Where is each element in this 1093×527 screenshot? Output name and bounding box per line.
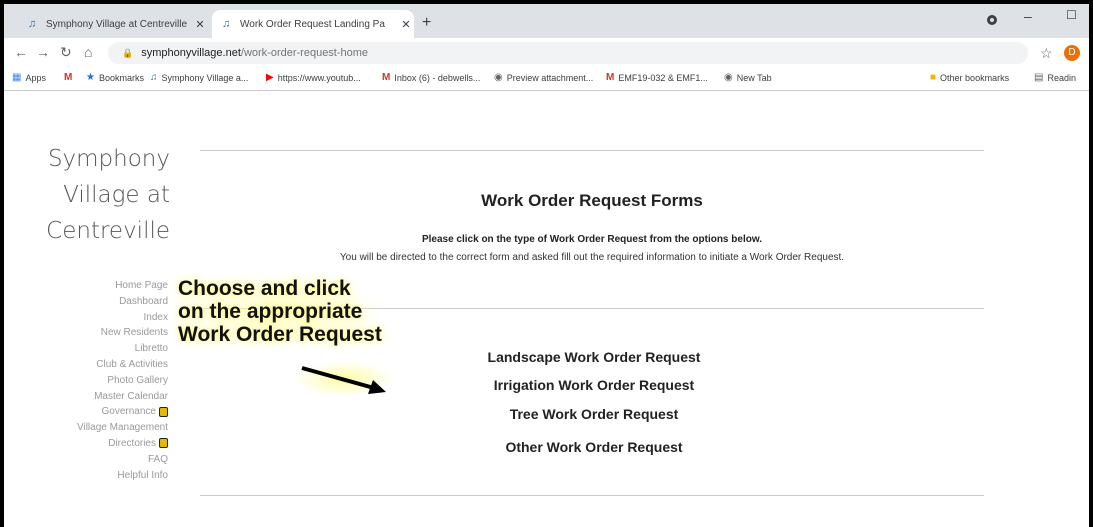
landscape-work-order-link[interactable]: Landscape Work Order Request xyxy=(394,349,794,365)
nav-item-directories[interactable]: Directories xyxy=(77,436,168,452)
new-tab-button[interactable]: + xyxy=(422,14,431,32)
record-icon[interactable] xyxy=(986,13,998,29)
nav-item-faq[interactable]: FAQ xyxy=(77,452,168,468)
nav-item-photo-gallery[interactable]: Photo Gallery xyxy=(77,373,168,389)
divider xyxy=(200,495,984,496)
nav-item-master-calendar[interactable]: Master Calendar xyxy=(77,389,168,405)
nav-item-new-residents[interactable]: New Residents xyxy=(77,325,168,341)
nav-item-dashboard[interactable]: Dashboard xyxy=(77,294,168,310)
apps-grid-icon: ▦ xyxy=(12,72,22,83)
tab-symphony-village[interactable]: ♫ Symphony Village at Centreville ✕ xyxy=(18,10,208,38)
music-note-icon: ♫ xyxy=(222,18,231,30)
reload-icon[interactable]: ↻ xyxy=(60,44,72,61)
bookmark-gmail[interactable]: M xyxy=(64,72,76,83)
logo-line: Centreville xyxy=(46,218,170,244)
address-bar[interactable]: 🔒 symphonyvillage.net/work-order-request… xyxy=(108,42,1028,64)
divider xyxy=(200,150,984,151)
page-title: Work Order Request Forms xyxy=(481,191,703,210)
bookmark-label: EMF19-032 & EMF1... xyxy=(618,72,708,83)
bookmark-label: Readin xyxy=(1047,72,1076,83)
logo-line: Symphony xyxy=(47,146,170,172)
instruction-annotation: Choose and click on the appropriate Work… xyxy=(174,275,386,348)
maximize-button[interactable]: ☐ xyxy=(1066,8,1077,22)
home-icon[interactable]: ⌂ xyxy=(84,44,92,60)
profile-avatar[interactable]: D xyxy=(1064,45,1080,61)
tab-title: Work Order Request Landing Pa xyxy=(240,18,385,30)
nav-item-helpful-info[interactable]: Helpful Info xyxy=(77,468,168,484)
bookmark-label: Inbox (6) - debwells... xyxy=(394,72,481,83)
bookmark-label: Bookmarks xyxy=(98,72,144,83)
nav-label: Directories xyxy=(108,437,156,449)
bookmark-inbox[interactable]: M Inbox (6) - debwells... xyxy=(382,72,480,83)
instruction-text: You will be directed to the correct form… xyxy=(339,252,845,263)
url-host: symphonyvillage.net xyxy=(141,47,241,59)
irrigation-work-order-link[interactable]: Irrigation Work Order Request xyxy=(394,377,794,393)
back-arrow-icon[interactable]: ← xyxy=(14,44,28,60)
logo-line: Village at xyxy=(63,182,170,208)
bookmark-symphony[interactable]: ♫ Symphony Village a... xyxy=(150,72,248,83)
bookmark-youtube[interactable]: ▶ https://www.youtub... xyxy=(266,72,361,83)
minimize-button[interactable]: – xyxy=(1024,8,1032,24)
folder-icon: ■ xyxy=(930,72,937,83)
bookmarks-bar: ▦ Apps M ★ Bookmarks ♫ Symphony Village a..… xyxy=(4,68,1089,91)
music-note-icon: ♫ xyxy=(28,18,37,30)
star-icon: ★ xyxy=(86,72,95,83)
lock-icon xyxy=(159,438,168,449)
lock-icon xyxy=(159,406,168,417)
globe-icon: ◉ xyxy=(494,72,503,83)
tab-strip: ♫ Symphony Village at Centreville ✕ ♫ Wo… xyxy=(4,4,1089,38)
nav-item-governance[interactable]: Governance xyxy=(77,404,168,420)
bookmark-label: Apps xyxy=(25,72,46,83)
close-icon[interactable]: ✕ xyxy=(192,18,208,31)
music-note-icon: ♫ xyxy=(150,72,158,83)
bookmark-label: https://www.youtub... xyxy=(277,72,361,83)
instruction-bold: Please click on the type of Work Order R… xyxy=(421,234,763,245)
close-icon[interactable]: ✕ xyxy=(398,18,414,31)
annotation-line: Work Order Request xyxy=(178,323,382,346)
annotation-line: Choose and click xyxy=(178,277,351,300)
tree-work-order-link[interactable]: Tree Work Order Request xyxy=(394,406,794,422)
bookmark-label: Preview attachment... xyxy=(506,72,594,83)
bookmark-label: Other bookmarks xyxy=(940,72,1010,83)
web-page: Symphony Village at Centreville Home Pag… xyxy=(4,91,1089,527)
site-logo[interactable]: Symphony Village at Centreville xyxy=(46,141,170,249)
forward-arrow-icon[interactable]: → xyxy=(36,44,50,60)
annotation-arrow-icon xyxy=(294,361,394,397)
tab-title: Symphony Village at Centreville xyxy=(46,18,188,30)
bookmark-preview[interactable]: ◉ Preview attachment... xyxy=(494,72,593,83)
bookmark-new-tab[interactable]: ◉ New Tab xyxy=(724,72,772,83)
gmail-icon: M xyxy=(382,72,391,83)
nav-item-club-activities[interactable]: Club & Activities xyxy=(77,357,168,373)
nav-label: Governance xyxy=(101,406,156,418)
bookmark-emf[interactable]: M EMF19-032 & EMF1... xyxy=(606,72,708,83)
bookmark-star-icon[interactable]: ☆ xyxy=(1040,45,1053,62)
nav-item-libretto[interactable]: Libretto xyxy=(77,341,168,357)
bookmark-other[interactable]: ■ Other bookmarks xyxy=(930,72,1009,83)
bookmark-label: New Tab xyxy=(736,72,772,83)
bookmark-reading-list[interactable]: ▤ Readin xyxy=(1034,72,1076,83)
url-path: /work-order-request-home xyxy=(240,47,369,59)
site-nav: Home Page Dashboard Index New Residents … xyxy=(77,278,168,483)
gmail-icon: M xyxy=(64,72,73,83)
bookmark-apps[interactable]: ▦ Apps xyxy=(12,72,46,83)
youtube-icon: ▶ xyxy=(266,72,274,83)
globe-icon: ◉ xyxy=(724,72,733,83)
nav-item-home-page[interactable]: Home Page xyxy=(77,278,168,294)
reading-list-icon: ▤ xyxy=(1034,72,1044,83)
annotation-line: on the appropriate xyxy=(178,300,363,323)
nav-item-index[interactable]: Index xyxy=(77,310,168,326)
gmail-icon: M xyxy=(606,72,615,83)
browser-toolbar: ← → ↻ ⌂ 🔒 symphonyvillage.net/work-order… xyxy=(4,38,1089,69)
tab-work-order-landing[interactable]: ♫ Work Order Request Landing Pa ✕ xyxy=(212,10,414,38)
nav-item-village-management[interactable]: Village Management xyxy=(77,420,168,436)
bookmark-bookmarks[interactable]: ★ Bookmarks xyxy=(86,72,144,83)
bookmark-label: Symphony Village a... xyxy=(161,72,249,83)
lock-icon: 🔒 xyxy=(122,47,134,58)
browser-window: ♫ Symphony Village at Centreville ✕ ♫ Wo… xyxy=(0,0,1093,527)
other-work-order-link[interactable]: Other Work Order Request xyxy=(394,439,794,455)
